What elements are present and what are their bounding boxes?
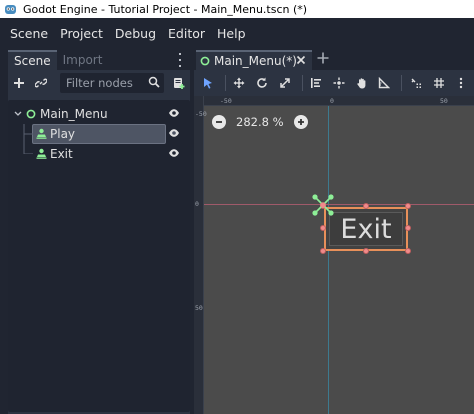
vertical-ruler[interactable]: 0 -50 50 — [194, 96, 207, 414]
tree-item-label: Main_Menu — [40, 107, 108, 121]
menu-editor[interactable]: Editor — [162, 26, 211, 41]
attach-script-button[interactable] — [168, 72, 190, 94]
hand-icon — [356, 78, 366, 89]
select-mode-button[interactable] — [198, 72, 218, 94]
resize-handle-top[interactable] — [363, 203, 369, 209]
plus-icon — [14, 78, 24, 88]
pan-mode-button[interactable] — [352, 72, 372, 94]
toolbar-separator — [401, 75, 403, 91]
resize-handle-bottom-left[interactable] — [320, 248, 326, 254]
control-node-icon — [200, 56, 210, 66]
rotate-icon — [257, 77, 267, 88]
plus-icon — [297, 119, 304, 125]
godot-logo-icon — [3, 2, 17, 16]
add-scene-tab-icon[interactable] — [316, 51, 330, 65]
list-icon — [311, 78, 322, 88]
control-node-icon — [26, 109, 36, 119]
menu-help[interactable]: Help — [211, 26, 252, 41]
toolbar-separator — [301, 75, 303, 91]
scene-dock: Scene Import Main_Menu — [4, 48, 190, 414]
scene-tab-main-menu[interactable]: Main_Menu(*) — [196, 50, 312, 70]
tab-scene[interactable]: Scene — [8, 50, 57, 70]
dock-menu-icon[interactable] — [176, 53, 184, 67]
instance-scene-button[interactable] — [30, 72, 52, 94]
add-node-button[interactable] — [8, 72, 30, 94]
visibility-eye-icon[interactable] — [168, 128, 180, 138]
ruler-label: 0 — [330, 97, 334, 105]
window-title: Godot Engine - Tutorial Project - Main_M… — [23, 2, 308, 16]
ruler-label: 0 — [195, 200, 199, 208]
canvas-button-text: Exit — [340, 213, 392, 245]
smart-snap-button[interactable] — [406, 72, 426, 94]
dock-tabs: Scene Import — [8, 50, 108, 70]
grid-snap-button[interactable] — [429, 72, 449, 94]
origin-axis-vertical — [328, 106, 329, 414]
ruler-label: -50 — [220, 97, 232, 105]
close-icon[interactable] — [296, 55, 306, 65]
move-mode-button[interactable] — [230, 72, 250, 94]
canvas-toolbar — [194, 70, 474, 96]
minus-icon — [216, 121, 222, 123]
resize-handle-bottom[interactable] — [363, 248, 369, 254]
tree-item-label: Exit — [50, 147, 73, 161]
button-node-icon — [36, 148, 47, 159]
snap-options-button[interactable] — [451, 72, 471, 94]
canvas-viewport[interactable]: -50 0 50 0 -50 50 282.8 % Exit — [194, 96, 474, 414]
menu-scene[interactable]: Scene — [4, 26, 54, 41]
visibility-eye-icon[interactable] — [168, 148, 180, 158]
ruler-icon — [379, 77, 391, 89]
ruler-label: -50 — [195, 110, 207, 118]
scale-mode-button[interactable] — [275, 72, 295, 94]
link-icon — [35, 78, 47, 88]
toolbar-separator — [224, 75, 226, 91]
tree-item-main-menu[interactable]: Main_Menu — [8, 104, 190, 124]
scene-tree: Main_Menu Play Exit — [8, 100, 190, 412]
cursor-arrow-icon — [203, 78, 212, 89]
menu-project[interactable]: Project — [54, 26, 109, 41]
window-titlebar: Godot Engine - Tutorial Project - Main_M… — [0, 0, 474, 18]
scene-toolbar — [8, 70, 190, 96]
resize-handle-left[interactable] — [320, 225, 326, 231]
tab-import[interactable]: Import — [57, 50, 109, 70]
filter-nodes-field[interactable] — [60, 73, 164, 93]
zoom-level[interactable]: 282.8 % — [236, 115, 284, 129]
ruler-label: 50 — [440, 97, 448, 105]
menu-bar: Scene Project Debug Editor Help — [0, 18, 474, 48]
script-add-icon — [174, 78, 185, 89]
anchor-pivot-icon[interactable] — [310, 192, 336, 218]
search-icon — [148, 76, 160, 88]
menu-debug[interactable]: Debug — [109, 26, 162, 41]
chevron-down-icon[interactable] — [14, 111, 22, 117]
tree-line — [23, 134, 33, 154]
origin-axis-horizontal — [204, 204, 474, 205]
tree-item-play[interactable]: Play — [8, 124, 190, 144]
filter-nodes-input[interactable] — [66, 76, 142, 90]
scene-tab-label: Main_Menu(*) — [214, 54, 297, 68]
list-select-button[interactable] — [306, 72, 326, 94]
snap-icon — [411, 78, 421, 88]
scale-icon — [279, 78, 290, 88]
button-node-icon — [36, 128, 47, 139]
ruler-mode-button[interactable] — [374, 72, 394, 94]
pivot-icon — [333, 77, 345, 89]
ruler-label: 50 — [195, 304, 203, 312]
pivot-mode-button[interactable] — [329, 72, 349, 94]
horizontal-ruler[interactable]: -50 0 50 — [194, 96, 474, 106]
zoom-controls: 282.8 % — [212, 113, 308, 131]
canvas-exit-button-node[interactable]: Exit — [324, 207, 408, 251]
move-arrows-icon — [233, 77, 245, 89]
scene-panel: Main_Menu Play Exit — [8, 70, 190, 414]
resize-handle-bottom-right[interactable] — [405, 248, 411, 254]
kebab-menu-icon — [460, 77, 463, 89]
rotate-mode-button[interactable] — [252, 72, 272, 94]
zoom-in-button[interactable] — [293, 115, 308, 129]
visibility-eye-icon[interactable] — [168, 108, 180, 118]
tree-item-exit[interactable]: Exit — [8, 134, 190, 164]
scene-tabs-bar: Main_Menu(*) — [194, 48, 474, 70]
zoom-out-button[interactable] — [212, 115, 226, 129]
grid-icon — [433, 78, 444, 88]
tree-item-label: Play — [50, 127, 76, 141]
resize-handle-right[interactable] — [405, 225, 411, 231]
resize-handle-top-right[interactable] — [405, 203, 411, 209]
